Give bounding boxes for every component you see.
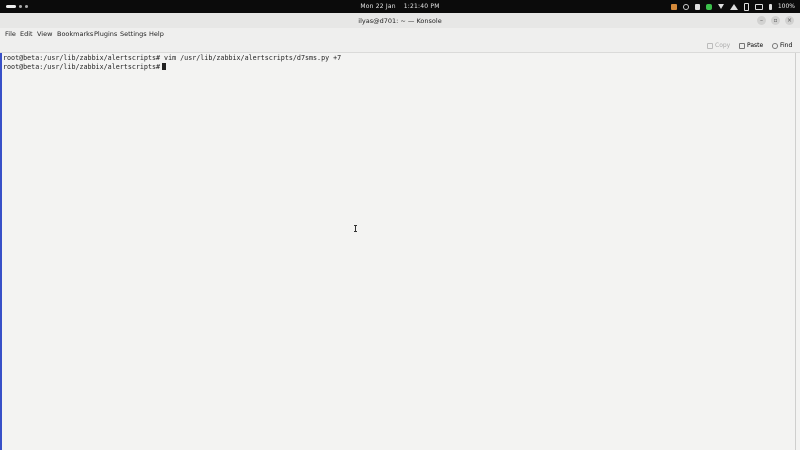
scrollbar[interactable]: [795, 53, 796, 450]
wifi-icon[interactable]: [729, 3, 738, 10]
menu-file[interactable]: File: [5, 30, 16, 38]
bluetooth-icon[interactable]: [743, 2, 749, 11]
sync-icon[interactable]: [682, 3, 689, 10]
system-top-bar: Mon 22 Jan 1:21:40 PM 100%: [0, 0, 800, 13]
paste-button[interactable]: Paste: [739, 41, 763, 50]
maximize-button[interactable]: ▫: [771, 16, 780, 25]
terminal-output: root@beta:/usr/lib/zabbix/alertscripts# …: [3, 54, 341, 71]
paste-label: Paste: [747, 42, 764, 49]
copy-label: Copy: [715, 42, 731, 49]
paste-icon: [739, 42, 745, 49]
close-button[interactable]: ×: [785, 16, 794, 25]
find-label: Find: [780, 42, 793, 49]
minimize-button[interactable]: –: [757, 16, 766, 25]
menu-bar: File Edit View Bookmarks Plugins Setting…: [0, 28, 800, 39]
terminal-focus-indicator: [0, 53, 2, 450]
window-controls: – ▫ ×: [757, 16, 794, 25]
terminal-line: root@beta:/usr/lib/zabbix/alertscripts#: [3, 62, 161, 71]
search-icon: [772, 42, 778, 49]
find-button[interactable]: Find: [772, 41, 792, 50]
terminal-view[interactable]: root@beta:/usr/lib/zabbix/alertscripts# …: [0, 53, 800, 450]
window-title: ilyas@d701: ~ — Konsole: [358, 17, 442, 25]
menu-settings[interactable]: Settings: [120, 30, 147, 38]
clock-date: Mon 22 Jan: [360, 3, 396, 10]
menu-view[interactable]: View: [37, 30, 52, 38]
download-icon[interactable]: [717, 4, 724, 9]
system-tray[interactable]: 100%: [670, 2, 795, 11]
toolbar: Copy Paste Find: [0, 39, 800, 53]
chat-app-icon[interactable]: [705, 3, 712, 10]
menu-bookmarks[interactable]: Bookmarks: [57, 30, 93, 38]
mouse-ibeam-icon: [354, 225, 357, 232]
copy-icon: [707, 42, 713, 49]
copy-button[interactable]: Copy: [707, 41, 730, 50]
menu-help[interactable]: Help: [149, 30, 164, 38]
battery-percent: 100%: [777, 3, 795, 10]
clipboard-icon[interactable]: [694, 3, 700, 10]
app-indicator-icon[interactable]: [670, 3, 677, 10]
battery-icon[interactable]: [768, 3, 772, 10]
terminal-line: root@beta:/usr/lib/zabbix/alertscripts# …: [3, 54, 342, 62]
menu-plugins[interactable]: Plugins: [94, 30, 117, 38]
text-cursor: [162, 62, 167, 70]
window-title-bar[interactable]: ilyas@d701: ~ — Konsole – ▫ ×: [0, 13, 800, 28]
volume-icon[interactable]: [754, 3, 763, 10]
clock-time: 1:21:40 PM: [403, 3, 440, 10]
menu-edit[interactable]: Edit: [20, 30, 33, 38]
